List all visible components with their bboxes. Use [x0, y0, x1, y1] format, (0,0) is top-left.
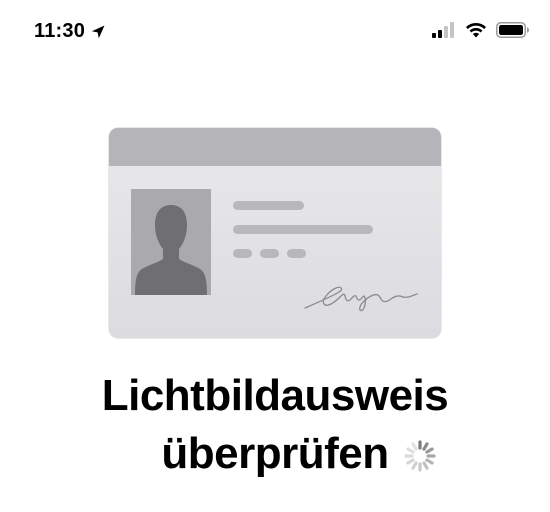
card-text-line-1 — [233, 201, 304, 210]
status-time: 11:30 — [34, 20, 86, 42]
page-title-line-1: Lichtbildausweis — [101, 371, 449, 420]
page-title-line-2: überprüfen — [161, 429, 389, 478]
cellular-signal-icon — [432, 22, 454, 38]
id-card-illustration — [109, 128, 441, 338]
card-text-line-2 — [233, 225, 373, 234]
card-text-dash-2 — [260, 249, 279, 258]
card-header-band — [109, 128, 441, 166]
id-photo — [131, 189, 211, 295]
signature-icon — [304, 286, 418, 312]
card-text-dash-1 — [233, 249, 252, 258]
person-silhouette-icon — [135, 205, 207, 295]
card-text-dash-3 — [287, 249, 306, 258]
location-arrow-icon — [91, 25, 105, 38]
battery-icon — [496, 22, 529, 38]
page-title-line-2-row: überprüfen — [0, 428, 550, 480]
status-icons — [432, 22, 530, 38]
spinner-icon — [404, 440, 436, 472]
status-bar: 11:30 — [0, 0, 550, 64]
time-group: 11:30 — [34, 20, 106, 43]
wifi-icon — [466, 22, 486, 38]
